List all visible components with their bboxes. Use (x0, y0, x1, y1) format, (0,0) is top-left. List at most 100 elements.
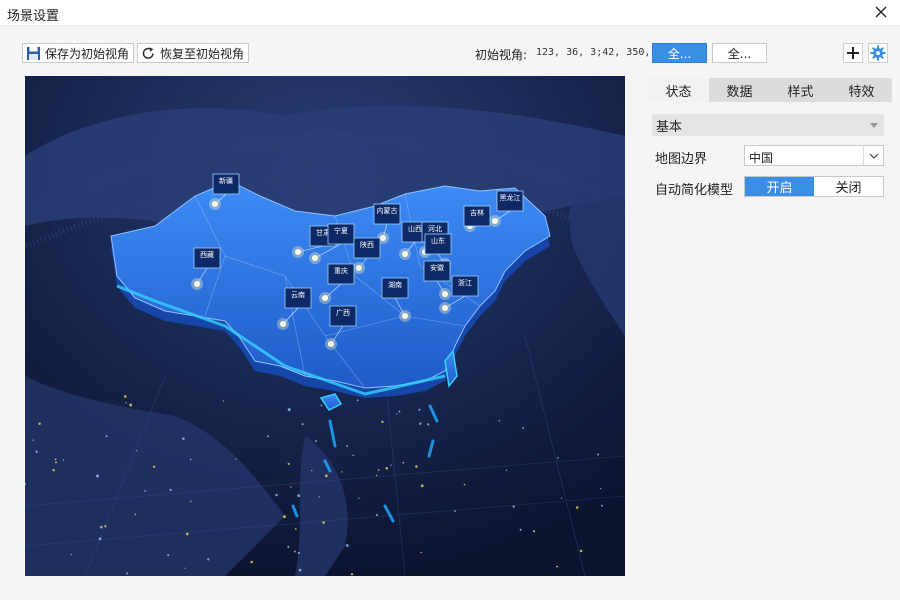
star-dot (311, 469, 313, 472)
marker-name: 安徽 (430, 263, 444, 272)
marker-name: 黑龙江 (500, 193, 521, 202)
star-dot (207, 558, 210, 561)
star-dot (283, 515, 286, 519)
star-dot (294, 528, 297, 530)
star-dot (505, 469, 508, 471)
star-dot (250, 560, 253, 564)
star-dot (190, 500, 192, 503)
marker-dot (356, 265, 362, 271)
map-viewport[interactable]: 新疆 西藏 甘肃 宁夏 内蒙古 黑龙江 吉林 山西 河北 山东 陕西 重庆 安徽 湖南 浙江 云南 广西 (25, 76, 625, 576)
boundary-label: 地图边界 (655, 152, 708, 167)
tab-data[interactable]: 数据 (709, 78, 770, 102)
marker-name: 广西 (336, 308, 350, 317)
marker-name: 新疆 (219, 176, 233, 185)
marker-dot (312, 255, 318, 261)
star-dot (301, 423, 304, 426)
star-dot (185, 532, 189, 536)
section-basic[interactable]: 基本 (652, 114, 884, 136)
star-dot (396, 413, 398, 415)
marker-name: 河北 (428, 225, 442, 233)
star-dot (532, 530, 536, 533)
star-dot (266, 435, 269, 438)
star-dot (345, 544, 349, 547)
star-dot (287, 545, 290, 548)
simplify-on-button[interactable]: 开启 (745, 177, 814, 196)
star-dot (222, 400, 225, 402)
close-icon[interactable] (872, 3, 890, 21)
marker-dot (492, 218, 498, 224)
section-basic-title: 基本 (656, 119, 683, 135)
star-dot (579, 549, 583, 553)
tab-effects[interactable]: 特效 (831, 78, 892, 102)
initial-view-value: 123, 36, 3;42, 350, 0 (536, 47, 663, 58)
star-dot (420, 484, 424, 488)
marker-dot (212, 201, 218, 207)
star-dot (358, 497, 360, 499)
save-initial-view-label: 保存为初始视角 (45, 46, 130, 61)
star-dot (377, 469, 380, 471)
save-initial-view-button[interactable]: 保存为初始视角 (22, 43, 135, 63)
star-dot (415, 465, 418, 468)
star-dot (320, 404, 323, 407)
star-dot (129, 403, 133, 407)
settings-button[interactable] (868, 43, 888, 63)
marker-name: 云南 (291, 290, 305, 299)
star-dot (35, 450, 38, 453)
add-button[interactable] (843, 43, 863, 63)
plus-icon (847, 47, 859, 59)
star-dot (184, 567, 186, 569)
marker-dot (442, 305, 448, 311)
star-dot (600, 487, 602, 490)
boundary-select-value: 中国 (749, 151, 774, 165)
marker-name: 浙江 (458, 278, 472, 287)
simplify-off-button[interactable]: 关闭 (814, 177, 883, 196)
simplify-row: 自动简化模型 开启 关闭 (652, 176, 892, 198)
marker-name: 山东 (431, 236, 445, 245)
marker-dot (442, 291, 448, 297)
gear-icon (870, 45, 886, 61)
panel-tabs: 状态 数据 样式 特效 (648, 78, 892, 102)
marker-dot (380, 235, 386, 241)
marker-name: 重庆 (334, 266, 348, 275)
star-dot (557, 457, 559, 459)
star-dot (70, 553, 72, 556)
marker-name: 内蒙古 (377, 206, 398, 215)
star-dot (275, 493, 278, 497)
star-dot (390, 464, 392, 466)
star-dot (597, 453, 600, 456)
star-dot (189, 458, 192, 461)
boundary-select[interactable]: 中国 (744, 145, 884, 166)
star-dot (298, 568, 302, 572)
star-dot (62, 459, 65, 461)
star-dot (463, 483, 466, 486)
star-dot (402, 461, 405, 464)
tab-style[interactable]: 样式 (770, 78, 831, 102)
star-dot (98, 537, 102, 541)
refresh-icon (142, 46, 154, 59)
star-dot (498, 419, 501, 422)
star-dot (381, 420, 384, 424)
star-dot (136, 450, 138, 452)
star-dot (350, 573, 354, 576)
view-pill-1[interactable]: 全... (652, 43, 707, 63)
tab-status[interactable]: 状态 (648, 78, 709, 102)
star-dot (398, 410, 401, 413)
star-dot (297, 551, 300, 555)
star-dot (420, 551, 423, 554)
star-dot (167, 554, 170, 557)
star-dot (419, 422, 422, 425)
map-scene[interactable]: 新疆西藏甘肃 宁夏内蒙古黑龙江吉林山西 河北山东陕西重庆 安徽湖南 浙江云南广西 (25, 76, 625, 576)
star-dot (96, 474, 99, 478)
view-pill-2[interactable]: 全... (712, 43, 767, 63)
title-bar: 场景设置 (0, 0, 900, 26)
star-dot (454, 510, 457, 512)
star-dot (575, 506, 579, 509)
star-dot (341, 471, 343, 473)
marker-name: 山西 (408, 224, 422, 233)
star-dot (314, 440, 317, 443)
star-dot (375, 513, 378, 517)
star-dot (287, 408, 291, 412)
star-dot (346, 445, 349, 448)
marker-name: 吉林 (470, 208, 484, 217)
restore-initial-view-button[interactable]: 恢复至初始视角 (137, 43, 250, 63)
